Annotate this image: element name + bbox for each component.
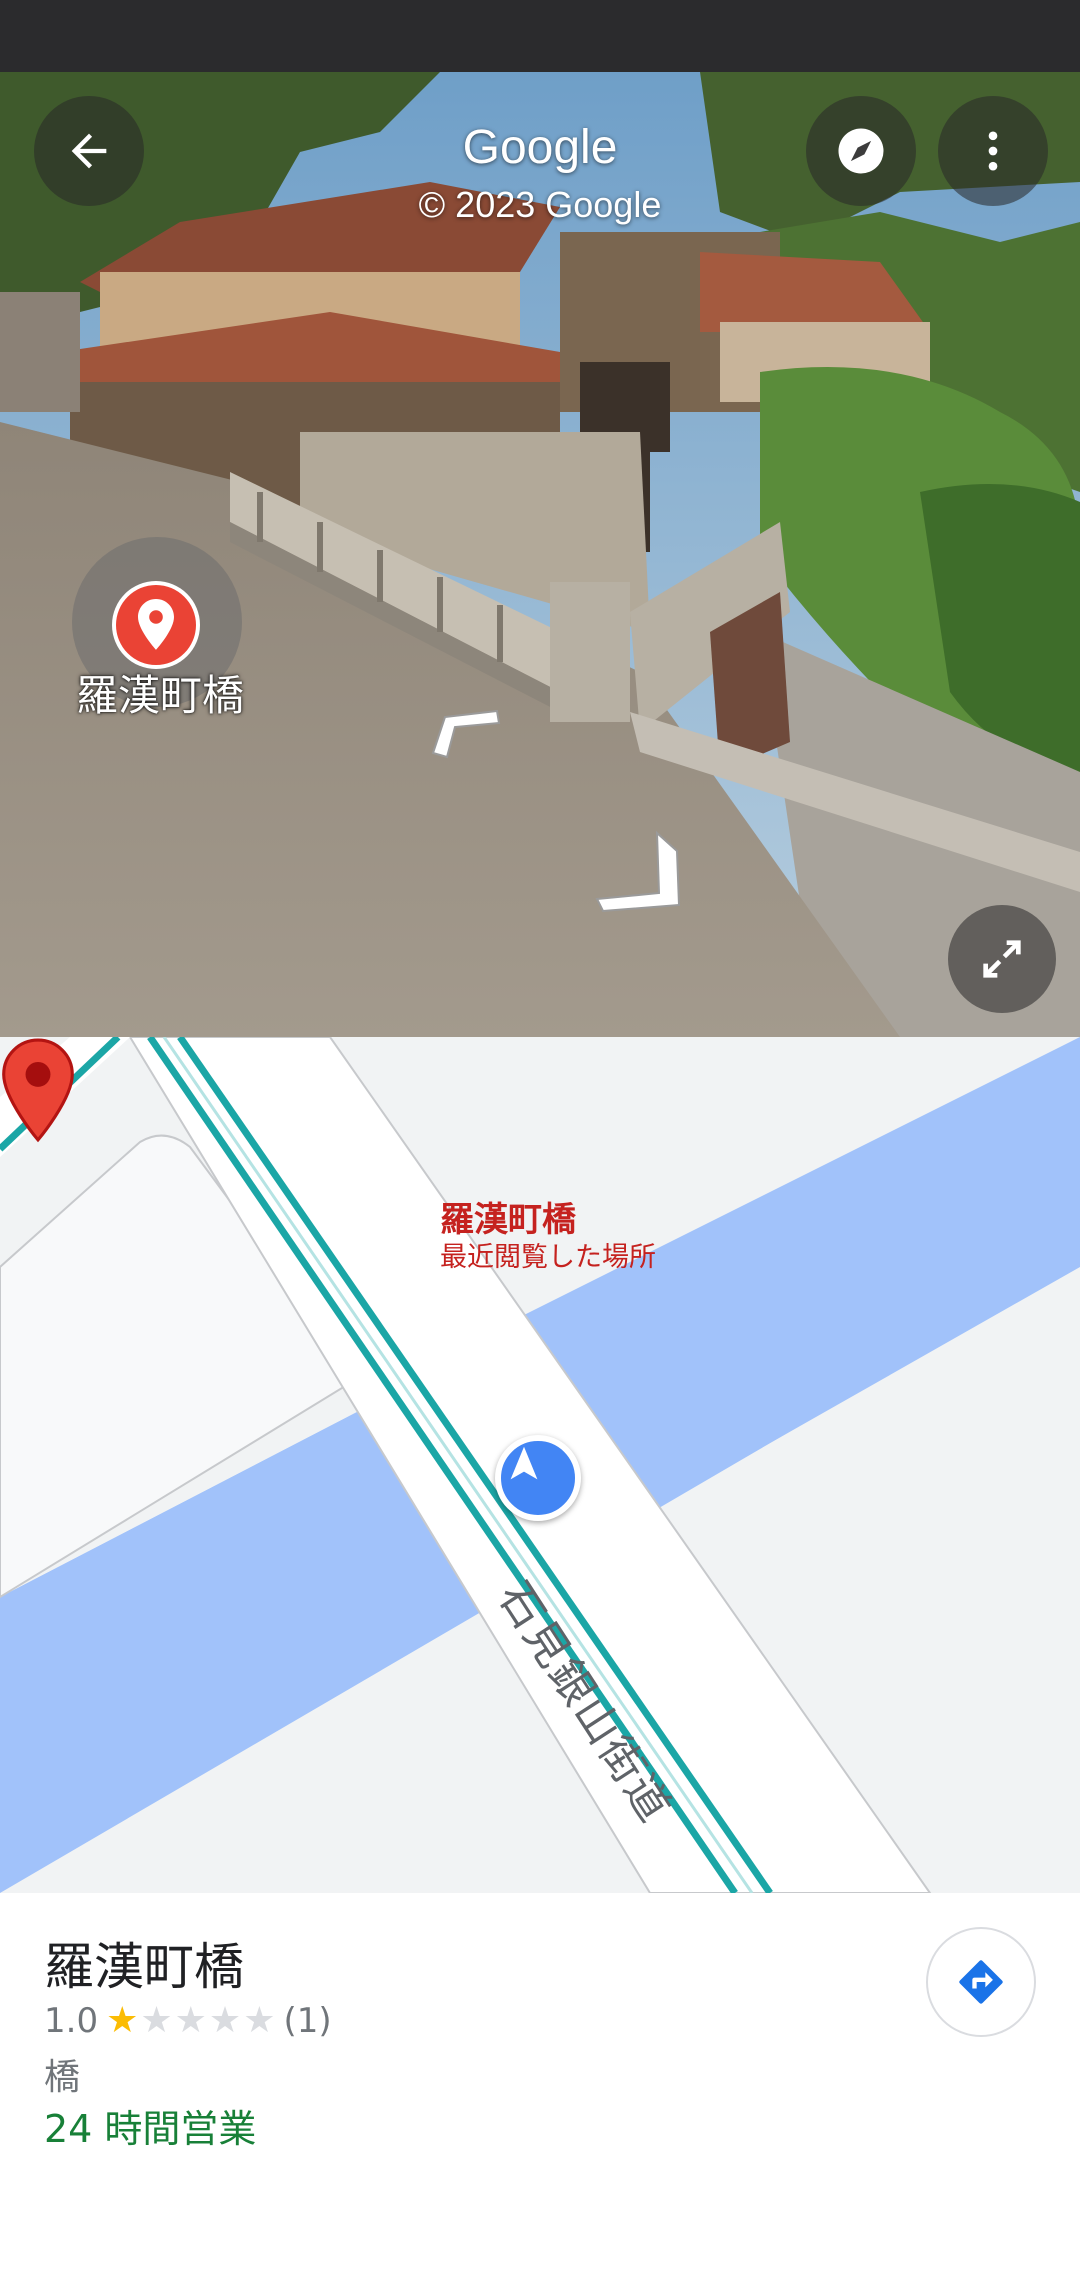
compass-icon xyxy=(838,128,884,174)
rating-value: 1.0 xyxy=(44,2001,99,2041)
place-info-panel[interactable]: 羅漢町橋 1.0 ★ ★ ★ ★ ★ (1) 橋 24 時間営業 xyxy=(0,1893,1080,2280)
compass-button[interactable] xyxy=(806,96,916,206)
map-pin-icon[interactable] xyxy=(0,1037,76,1143)
map-pin-subtitle: 最近閲覧した場所 xyxy=(440,1242,656,1273)
more-vert-icon xyxy=(988,131,998,171)
street-view-title: Google xyxy=(462,121,618,174)
star-icon: ★ xyxy=(140,2000,173,2041)
directions-icon xyxy=(959,1960,1003,2004)
street-view-place-label[interactable]: 羅漢町橋 xyxy=(40,662,280,723)
star-icon: ★ xyxy=(106,2000,139,2041)
directions-button[interactable] xyxy=(926,1927,1036,2037)
street-view-panel[interactable]: Google © 2023 Google 羅漢町橋 xyxy=(0,72,1080,1037)
map-pin-title[interactable]: 羅漢町橋 xyxy=(440,1192,576,1241)
fullscreen-button[interactable] xyxy=(948,905,1056,1013)
map-view[interactable]: 羅漢町橋 最近閲覧した場所 石見銀山街道 xyxy=(0,1037,1080,1893)
review-count[interactable]: (1) xyxy=(283,2001,331,2041)
rating-stars: ★ ★ ★ ★ ★ xyxy=(106,2003,275,2039)
location-pin-icon xyxy=(112,581,200,669)
nav-arrow-forward-icon[interactable] xyxy=(595,827,695,927)
status-bar xyxy=(0,0,1080,72)
more-options-button[interactable] xyxy=(938,96,1048,206)
place-category: 橋 xyxy=(44,2057,81,2098)
opening-hours: 24 時間営業 xyxy=(44,2107,257,2151)
star-icon: ★ xyxy=(174,2000,207,2041)
star-icon: ★ xyxy=(243,2000,276,2041)
street-view-copyright: © 2023 Google xyxy=(418,184,662,225)
rating-row[interactable]: 1.0 ★ ★ ★ ★ ★ (1) xyxy=(44,2001,332,2041)
place-name: 羅漢町橋 xyxy=(44,1938,244,1996)
nav-arrow-back-icon[interactable] xyxy=(425,707,505,767)
star-icon: ★ xyxy=(208,2000,242,2041)
my-location-marker xyxy=(495,1435,581,1521)
navigation-arrow-icon xyxy=(510,1446,538,1480)
fullscreen-icon xyxy=(983,940,1021,978)
